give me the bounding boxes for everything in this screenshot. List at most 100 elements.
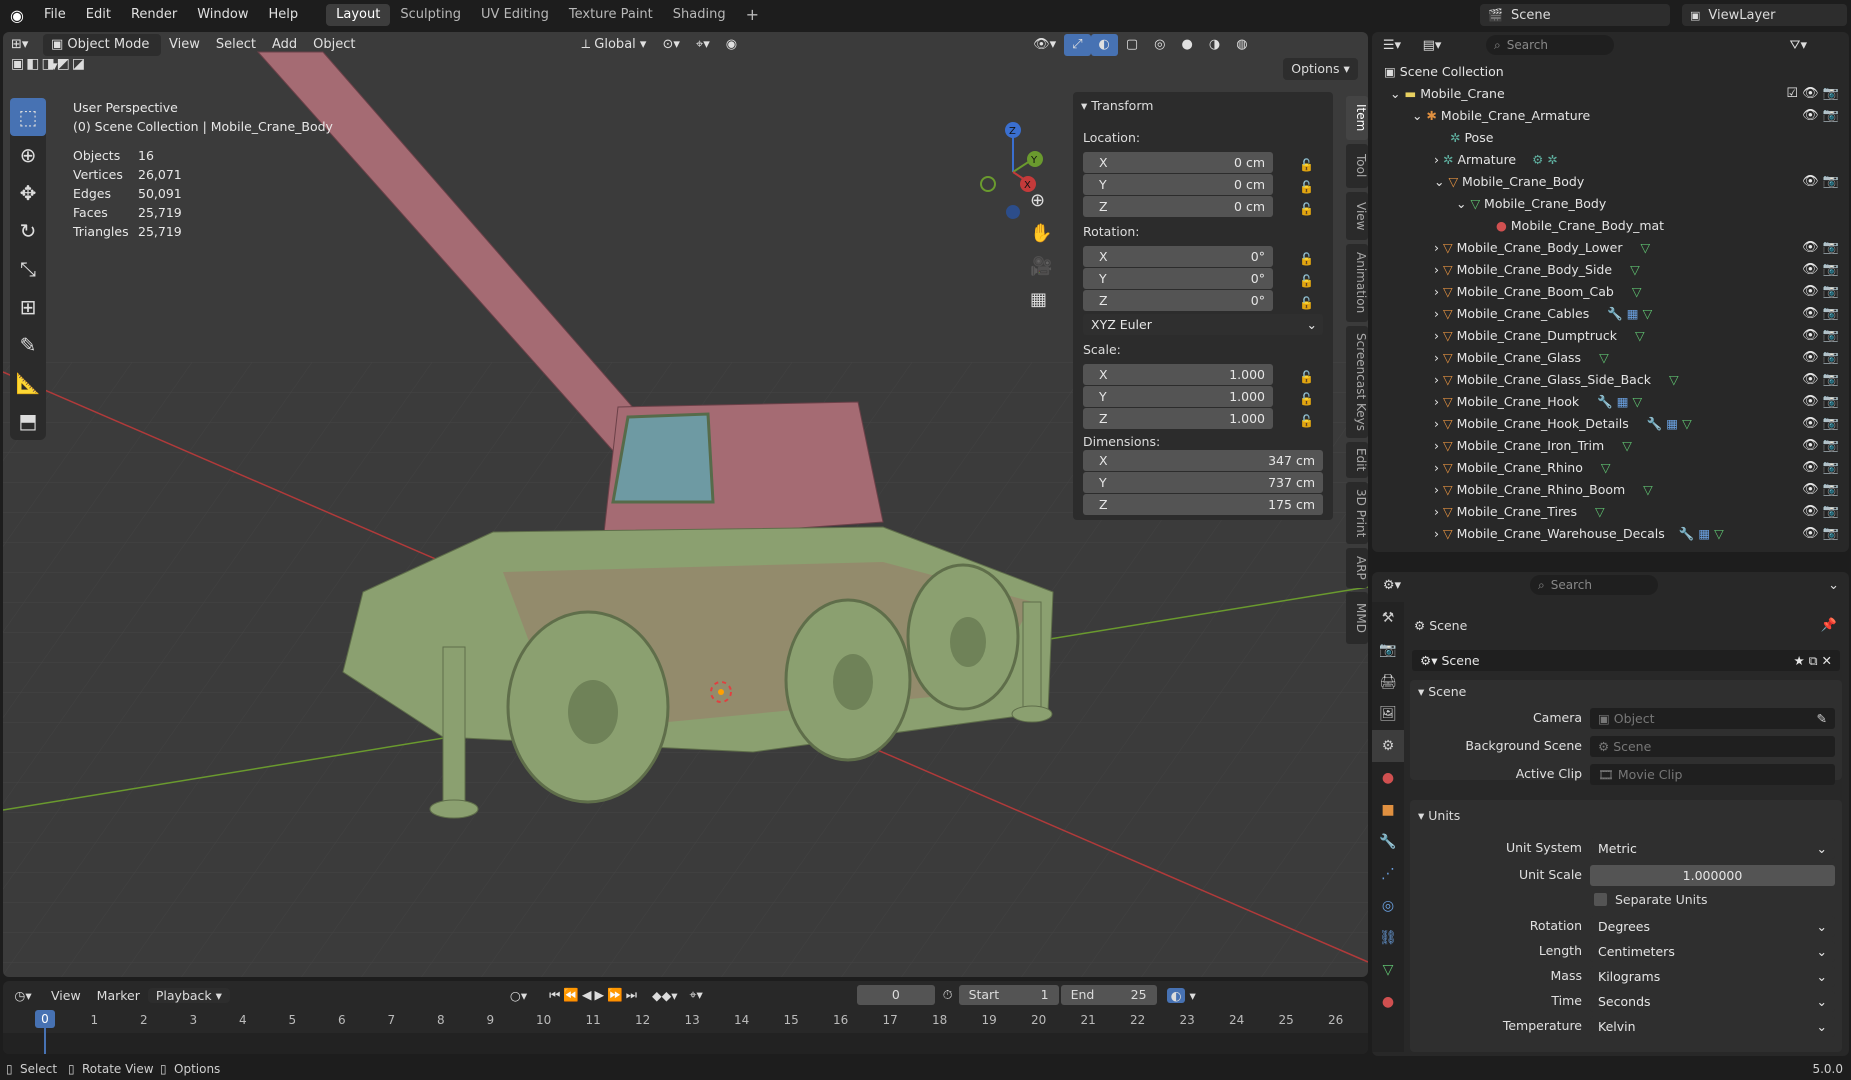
options-button[interactable]: Options ▾ [1283,58,1358,80]
scale-y-field[interactable]: Y 1.000 [1083,386,1273,407]
dimension-x-field[interactable]: X 347 cm [1083,450,1323,471]
outliner-row[interactable]: › ▽ Mobile_Crane_Body_Lower ▽ 👁 📷 [1372,237,1849,259]
scale-x-field[interactable]: X 1.000 [1083,364,1273,385]
tab-arp[interactable]: ARP [1346,548,1368,588]
move-tool-icon[interactable]: ✥ [10,174,46,212]
visibility-icons[interactable]: 👁 📷 [1802,479,1839,501]
world-tab-icon[interactable]: ● [1372,762,1404,794]
shading-solid-icon[interactable]: ● [1174,34,1201,56]
transform-panel-header[interactable]: ▾ Transform [1081,98,1153,113]
location-z-field[interactable]: Z 0 cm [1083,196,1273,217]
blender-logo-icon[interactable]: ◉ [0,0,34,30]
rotation-y-field[interactable]: Y 0° [1083,268,1273,289]
add-workspace-icon[interactable]: + [736,4,769,26]
visibility-icons[interactable]: 👁 📷 [1802,435,1839,457]
camera-field[interactable]: ▣ Object ✎ [1590,708,1835,729]
shading-wireframe-icon[interactable]: ◎ [1146,34,1173,56]
unit-scale-field[interactable]: 1.000000 [1590,865,1835,886]
chevron-down-icon[interactable]: ▾ [1189,988,1195,1003]
cursor-tool-icon[interactable]: ⊕ [10,136,46,174]
tab-screencast-keys[interactable]: Screencast Keys [1346,326,1368,438]
outliner-row[interactable]: › ▽ Mobile_Crane_Warehouse_Decals 🔧 ▦ ▽ 👁 … [1372,523,1849,545]
viewport-menu-view[interactable]: View [161,34,208,56]
visibility-icons[interactable]: 👁 📷 [1802,259,1839,281]
view-layer-tab-icon[interactable]: 🖼 [1372,698,1404,730]
chevron-down-icon[interactable]: ⌄ [1828,578,1839,593]
units-panel-header[interactable]: ▾ Units [1418,808,1460,823]
visibility-icons[interactable]: 👁 📷 [1802,303,1839,325]
add-cube-tool-icon[interactable]: ⬒ [10,402,46,440]
tab-layout[interactable]: Layout [326,4,391,26]
time-dropdown[interactable]: Seconds ⌄ [1590,991,1835,1012]
camera-view-icon[interactable]: 🎥 [1030,256,1052,277]
measure-tool-icon[interactable]: 📐 [10,364,46,402]
visibility-icons[interactable]: 👁 📷 [1802,281,1839,303]
visibility-icon[interactable]: 👁▾ [1025,34,1064,56]
outliner-row[interactable]: › ▽ Mobile_Crane_Glass_Side_Back ▽ 👁 📷 [1372,369,1849,391]
visibility-icons[interactable]: 👁 📷 [1802,171,1839,193]
tool-tab-icon[interactable]: ⚒ [1372,602,1404,634]
tab-shading[interactable]: Shading [663,4,736,26]
lock-icon[interactable]: 🔓 🔓 🔓 [1299,248,1314,314]
viewport-menu-select[interactable]: Select [208,34,264,56]
keyframe-track[interactable] [3,1033,1368,1054]
data-tab-icon[interactable]: ▽ [1372,954,1404,986]
pin-icon[interactable]: 📌 [1821,618,1837,633]
visibility-icons[interactable]: 👁 📷 [1802,105,1839,127]
scene-datablock-field[interactable]: ⚙▾ Scene ★ ⧉ ✕ [1412,650,1840,671]
outliner-row[interactable]: ⌄ ▽ Mobile_Crane_Body 👁 📷 [1372,171,1849,193]
physics-tab-icon[interactable]: ◎ [1372,890,1404,922]
mass-dropdown[interactable]: Kilograms ⌄ [1590,966,1835,987]
visibility-icons[interactable]: 👁 📷 [1802,523,1839,545]
length-dropdown[interactable]: Centimeters ⌄ [1590,941,1835,962]
outliner-row[interactable]: ⌄ ✱ Mobile_Crane_Armature 👁 📷 [1372,105,1849,127]
scene-selector[interactable]: 🎬 Scene [1480,4,1670,26]
outliner-root[interactable]: ▣ Scene Collection [1372,61,1849,83]
navigation-gizmo[interactable]: Z Y X [968,92,1068,222]
scale-tool-icon[interactable]: ⤡ [10,250,46,288]
outliner-row[interactable]: › ✲ Armature ⚙ ✲ [1372,149,1849,171]
visibility-icons[interactable]: 👁 📷 [1802,457,1839,479]
snap-icon[interactable]: ⌖▾ [688,34,718,56]
keyframe-jump-icon[interactable]: ◆◆▾ [652,988,678,1003]
transform-tool-icon[interactable]: ⊞ [10,288,46,326]
lock-icon[interactable]: 🔓 🔓 🔓 [1299,366,1314,432]
outliner-row[interactable]: › ▽ Mobile_Crane_Hook 🔧 ▦ ▽ 👁 📷 [1372,391,1849,413]
start-frame-field[interactable]: Start 1 [958,985,1059,1005]
tab-item[interactable]: Item [1346,96,1368,140]
scene-tab-icon[interactable]: ⚙ [1372,730,1404,762]
visibility-icons[interactable]: 👁 📷 [1802,237,1839,259]
visibility-icons[interactable]: 👁 📷 [1802,413,1839,435]
proportional-edit-icon[interactable]: ◉ [718,34,745,56]
frame-ruler[interactable]: 0123456789101112131415161718192021222324… [3,1011,1368,1031]
end-frame-field[interactable]: End 25 [1060,985,1157,1005]
tab-mmd[interactable]: MMD [1346,592,1368,644]
visibility-icons[interactable]: 👁 📷 [1802,501,1839,523]
tab-tool[interactable]: Tool [1346,144,1368,188]
scale-z-field[interactable]: Z 1.000 [1083,408,1273,429]
outliner-row[interactable]: ⌄ ▽ Mobile_Crane_Body [1372,193,1849,215]
timeline-editor-icon[interactable]: ◷▾ [3,988,43,1003]
outliner-row[interactable]: › ▽ Mobile_Crane_Cables 🔧 ▦ ▽ 👁 📷 [1372,303,1849,325]
pan-hand-icon[interactable]: ✋ [1030,223,1052,244]
tab-3d-print[interactable]: 3D Print [1346,482,1368,544]
annotate-tool-icon[interactable]: ✎ [10,326,46,364]
menu-file[interactable]: File [34,0,76,30]
dimension-z-field[interactable]: Z 175 cm [1083,494,1323,515]
outliner-row[interactable]: › ▽ Mobile_Crane_Iron_Trim ▽ 👁 📷 [1372,435,1849,457]
menu-render[interactable]: Render [121,0,187,30]
tab-texture-paint[interactable]: Texture Paint [559,4,663,26]
material-tab-icon[interactable]: ● [1372,986,1404,1018]
unit-system-dropdown[interactable]: Metric ⌄ [1590,838,1835,859]
outliner-row[interactable]: ⌄ ▬ Mobile_Crane ☑ 👁 📷 [1372,83,1849,105]
rotation-z-field[interactable]: Z 0° [1083,290,1273,311]
outliner-row[interactable]: › ▽ Mobile_Crane_Glass ▽ 👁 📷 [1372,347,1849,369]
tab-animation[interactable]: Animation [1346,244,1368,322]
visibility-icons[interactable]: ☑ 👁 📷 [1786,83,1839,105]
stopwatch-icon[interactable]: ⏱ [943,987,953,1003]
rotate-tool-icon[interactable]: ↻ [10,212,46,250]
eyedropper-icon[interactable]: ✎ [1817,708,1827,729]
outliner-search-input[interactable]: ⌕ Search [1486,35,1614,55]
editor-type-icon[interactable]: ⊞▾ [3,34,43,56]
outliner-row[interactable]: › ▽ Mobile_Crane_Boom_Cab ▽ 👁 📷 [1372,281,1849,303]
